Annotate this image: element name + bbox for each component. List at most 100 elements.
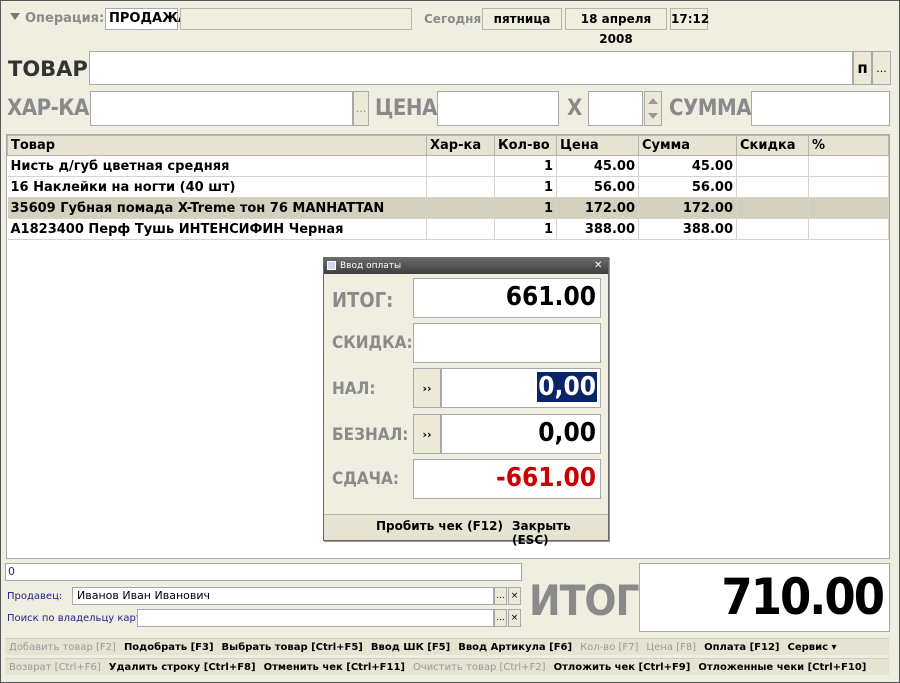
col-header-qty[interactable]: Кол-во	[494, 135, 557, 156]
seller-label: Продавец:	[7, 591, 63, 602]
dialog-cash-label: НАЛ:	[332, 379, 376, 399]
card-search-clear-glyph: ×	[510, 613, 519, 623]
time-field: 17:12	[670, 8, 709, 30]
payment-dialog: Ввод оплаты ✕ ИТОГ: 661.00 СКИДКА: НАЛ: …	[323, 257, 609, 547]
quantity-spinner[interactable]	[644, 91, 662, 126]
cell-pct	[808, 197, 889, 219]
operation-value: ПРОДАЖА	[105, 8, 188, 30]
today-label: Сегодня:	[424, 12, 486, 26]
main-window: Операция: ПРОДАЖА Сегодня: пятница 18 ап…	[0, 0, 900, 683]
cell-name: Нисть д/губ цветная средняя	[7, 155, 427, 177]
harka-dots: ...	[355, 102, 367, 115]
function-bar-2: Возврат [Ctrl+F6] Удалить строку [Ctrl+F…	[5, 658, 889, 675]
postponed-receipts-button[interactable]: Отложенные чеки [Ctrl+F10]	[694, 659, 870, 676]
card-search-dots: ...	[496, 613, 505, 623]
tovar-p-label: п	[857, 59, 868, 77]
payment-button[interactable]: Оплата [F12]	[700, 639, 783, 656]
dialog-discount-label: СКИДКА:	[332, 333, 413, 353]
dialog-card-value: 0,00	[538, 418, 596, 448]
card-arrow-icon: ››	[422, 427, 432, 441]
cell-price: 56.00	[556, 176, 639, 198]
col-header-pct[interactable]: %	[808, 135, 889, 156]
dialog-change-label: СДАЧА:	[332, 469, 399, 489]
return-button[interactable]: Возврат [Ctrl+F6]	[5, 659, 105, 676]
dialog-total-field: 661.00	[413, 278, 601, 318]
price-label: ЦЕНА:	[375, 96, 445, 121]
date-text: 18 апреля 2008	[580, 12, 652, 46]
dialog-cash-value: 0,00	[537, 372, 597, 402]
dialog-total-value: 661.00	[505, 282, 596, 312]
cell-sum: 56.00	[638, 176, 737, 198]
card-search-input[interactable]	[137, 609, 494, 627]
cancel-receipt-button[interactable]: Отменить чек [Ctrl+F11]	[260, 659, 409, 676]
col-header-price[interactable]: Цена	[556, 135, 639, 156]
seller-select-button[interactable]: ...	[494, 587, 507, 605]
spin-down-icon[interactable]	[648, 113, 658, 119]
price-button[interactable]: Цена [F8]	[642, 639, 700, 656]
cell-name: 16 Наклейки на ногти (40 шт)	[7, 176, 427, 198]
tovar-p-button[interactable]: п	[853, 51, 872, 85]
col-header-discount[interactable]: Скидка	[736, 135, 809, 156]
col-header-name[interactable]: Товар	[7, 135, 427, 156]
table-row-selected[interactable]: 35609 Губная помада X-Treme тон 76 MANHA…	[7, 197, 889, 219]
quantity-button[interactable]: Кол-во [F7]	[576, 639, 642, 656]
col-header-sum[interactable]: Сумма	[638, 135, 737, 156]
choose-item-button[interactable]: Выбрать товар [Ctrl+F5]	[218, 639, 367, 656]
cell-pct	[808, 218, 889, 240]
cell-pct	[808, 155, 889, 177]
cell-name: А1823400 Перф Тушь ИНТЕНСИФИН Черная	[7, 218, 427, 240]
card-search-select-button[interactable]: ...	[494, 609, 507, 627]
clear-item-button[interactable]: Очистить товар [Ctrl+F2]	[409, 659, 550, 676]
card-search-clear-icon[interactable]: ×	[508, 609, 521, 627]
harka-select-button[interactable]: ...	[353, 91, 369, 126]
harka-input[interactable]	[90, 91, 353, 126]
quantity-input[interactable]	[588, 91, 643, 126]
operation-extra	[180, 8, 412, 30]
tovar-select-button[interactable]: ...	[872, 51, 891, 85]
seller-input[interactable]: Иванов Иван Иванович	[72, 587, 494, 605]
tovar-input[interactable]	[89, 51, 853, 85]
cell-price: 388.00	[556, 218, 639, 240]
cell-sum: 388.00	[638, 218, 737, 240]
dialog-discount-field[interactable]	[413, 323, 601, 363]
dialog-total-label: ИТОГ:	[332, 288, 394, 312]
grand-total-value: 710.00	[721, 568, 885, 626]
dialog-button-bar: Пробить чек (F12) Закрыть (ESC)	[324, 514, 608, 547]
delete-row-button[interactable]: Удалить строку [Ctrl+F8]	[105, 659, 260, 676]
dialog-title: Ввод оплаты	[340, 261, 402, 271]
operation-value-text: ПРОДАЖА	[109, 11, 189, 26]
col-header-char[interactable]: Хар-ка	[426, 135, 495, 156]
barcode-input-button[interactable]: Ввод ШК [F5]	[367, 639, 454, 656]
operation-collapse-icon[interactable]	[10, 13, 20, 20]
table-row[interactable]: 16 Наклейки на ногти (40 шт) 1 56.00 56.…	[7, 176, 889, 198]
seller-clear-icon[interactable]: ×	[508, 587, 521, 605]
add-item-button[interactable]: Добавить товар [F2]	[5, 639, 120, 656]
dialog-card-button[interactable]: ››	[413, 414, 441, 454]
close-dialog-button[interactable]: Закрыть (ESC)	[512, 519, 608, 547]
dialog-titlebar[interactable]: Ввод оплаты ✕	[324, 258, 608, 274]
cell-discount	[736, 218, 809, 240]
spin-up-icon[interactable]	[648, 98, 658, 104]
pick-button[interactable]: Подобрать [F3]	[120, 639, 218, 656]
cash-arrow-icon: ››	[422, 381, 432, 395]
operation-label: Операция:	[25, 11, 105, 26]
sum-label: СУММА:	[669, 96, 759, 121]
article-input-button[interactable]: Ввод Артикула [F6]	[454, 639, 576, 656]
price-input[interactable]	[437, 91, 559, 126]
dialog-cash-input[interactable]: 0,00	[441, 368, 601, 408]
dialog-change-field: -661.00	[413, 459, 601, 499]
table-row[interactable]: Нисть д/губ цветная средняя 1 45.00 45.0…	[7, 155, 889, 177]
dialog-card-label: БЕЗНАЛ:	[332, 425, 409, 445]
dialog-close-icon[interactable]: ✕	[594, 258, 602, 274]
service-menu-button[interactable]: Сервис ▾	[784, 639, 841, 656]
cell-char	[426, 176, 495, 198]
sum-input[interactable]	[751, 91, 890, 126]
postpone-receipt-button[interactable]: Отложить чек [Ctrl+F9]	[550, 659, 695, 676]
cell-qty: 1	[494, 155, 557, 177]
dialog-card-input[interactable]: 0,00	[441, 414, 601, 454]
table-row[interactable]: А1823400 Перф Тушь ИНТЕНСИФИН Черная 1 3…	[7, 218, 889, 240]
seller-dots: ...	[496, 591, 505, 601]
print-receipt-button[interactable]: Пробить чек (F12)	[376, 519, 503, 533]
dialog-cash-button[interactable]: ››	[413, 368, 441, 408]
table-header: Товар Хар-ка Кол-во Цена Сумма Скидка %	[7, 135, 889, 156]
